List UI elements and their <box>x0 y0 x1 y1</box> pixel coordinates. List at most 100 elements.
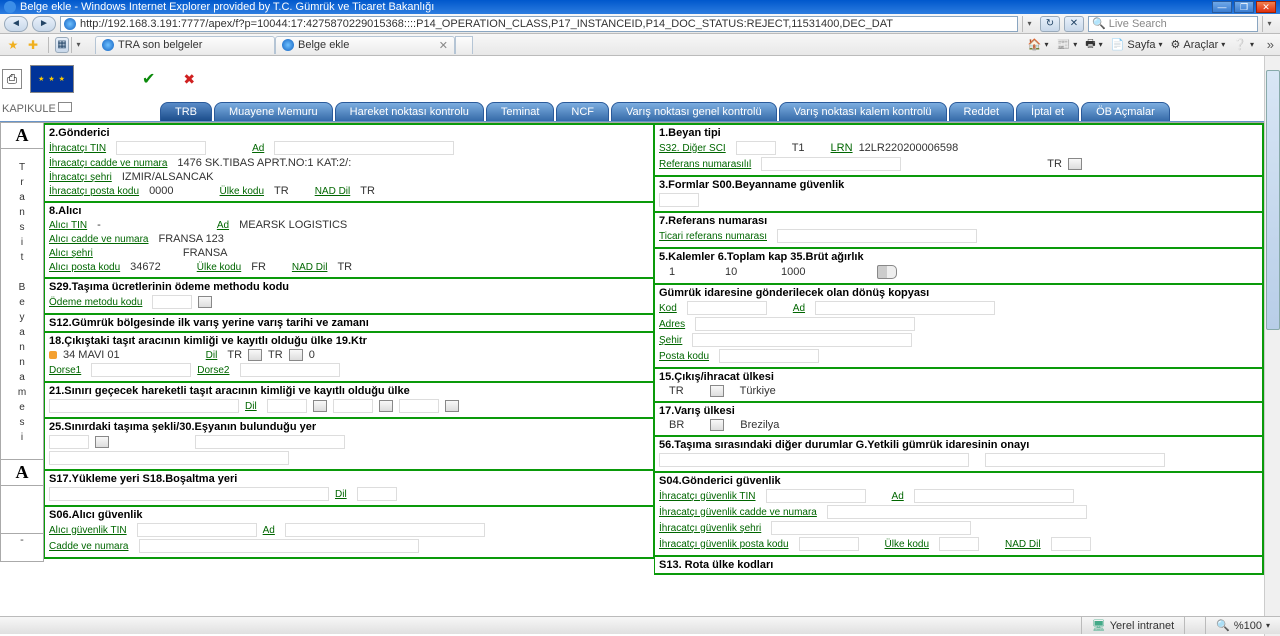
link-ref-no[interactable]: Referans numarasılıl <box>659 159 751 170</box>
input-ihracatci-tin[interactable] <box>116 141 206 155</box>
input-s06-cadde[interactable] <box>139 539 419 553</box>
lookup-btn-1[interactable] <box>248 349 262 361</box>
status-protected-mode[interactable] <box>1184 617 1205 634</box>
lookup-ref[interactable] <box>1068 158 1082 170</box>
link-lrn[interactable]: LRN <box>831 142 853 154</box>
lookup-17[interactable] <box>710 419 724 431</box>
new-tab-button[interactable] <box>455 36 473 54</box>
tab-iptal[interactable]: İptal et <box>1016 102 1079 121</box>
input-s04-posta[interactable] <box>799 537 859 551</box>
input-ihr-ad[interactable] <box>274 141 454 155</box>
lookup-25[interactable] <box>95 436 109 448</box>
link-s32[interactable]: S32. Diğer SCI <box>659 143 726 154</box>
accept-icon[interactable]: ✔ <box>142 69 155 89</box>
home-button[interactable]: 🏠 ▾ <box>1028 38 1049 51</box>
link-dorse1[interactable]: Dorse1 <box>49 365 81 376</box>
link-gk-ad[interactable]: Ad <box>793 303 805 314</box>
link-s04-posta[interactable]: İhracatçı güvenlik posta kodu <box>659 539 789 550</box>
link-s04-ulke[interactable]: Ülke kodu <box>885 539 929 550</box>
input-s04-ad[interactable] <box>914 489 1074 503</box>
input-25-b[interactable] <box>49 451 289 465</box>
tab-ob[interactable]: ÖB Açmalar <box>1081 102 1170 121</box>
link-gk-kod[interactable]: Kod <box>659 303 677 314</box>
link-ihr-cadde[interactable]: İhracatçı cadde ve numara <box>49 158 167 169</box>
link-alici-ulke[interactable]: Ülke kodu <box>197 262 241 273</box>
chevron-right-icon[interactable]: » <box>1262 37 1276 52</box>
close-button[interactable]: ✕ <box>1256 1 1276 13</box>
link-alici-posta[interactable]: Alıcı posta kodu <box>49 262 120 273</box>
tab-ncf[interactable]: NCF <box>556 102 609 121</box>
link-18-dil[interactable]: Dil <box>206 350 218 361</box>
input-ref-no[interactable] <box>761 157 901 171</box>
lookup-21-c[interactable] <box>445 400 459 412</box>
link-s06-cadde[interactable]: Cadde ve numara <box>49 541 129 552</box>
add-favorites-button[interactable]: ✚ <box>24 37 42 53</box>
refresh-button[interactable]: ↻ <box>1040 16 1060 32</box>
link-s06-ad[interactable]: Ad <box>263 525 275 536</box>
browser-tab-1[interactable]: TRA son belgeler <box>95 36 275 54</box>
link-ticari-ref[interactable]: Ticari referans numarası <box>659 231 767 242</box>
tab-varis-kalem[interactable]: Varış noktası kalem kontrolü <box>779 102 947 121</box>
input-s06-ad[interactable] <box>285 523 485 537</box>
input-s04-ulke[interactable] <box>939 537 979 551</box>
link-s04-tin[interactable]: İhracatçı güvenlik TIN <box>659 491 756 502</box>
input-dorse1[interactable] <box>91 363 191 377</box>
tab-muayene[interactable]: Muayene Memuru <box>214 102 333 121</box>
input-56[interactable] <box>659 453 969 467</box>
stop-button[interactable]: ✕ <box>1064 16 1084 32</box>
input-s06-tin[interactable] <box>137 523 257 537</box>
url-dropdown[interactable]: ▾ <box>1022 16 1036 32</box>
page-menu[interactable]: 📄 Sayfa ▾ <box>1111 38 1163 51</box>
nav-forward-button[interactable]: ► <box>32 16 56 32</box>
link-gk-adres[interactable]: Adres <box>659 319 685 330</box>
link-s06-tin[interactable]: Alıcı güvenlik TIN <box>49 525 127 536</box>
quick-tabs-button[interactable]: ▦ <box>55 37 69 53</box>
link-ihracatci-tin[interactable]: İhracatçı TIN <box>49 143 106 154</box>
link-alici-cadde[interactable]: Alıcı cadde ve numara <box>49 234 149 245</box>
input-s32[interactable] <box>736 141 776 155</box>
link-s17-dil[interactable]: Dil <box>335 489 347 500</box>
input-s04-tin[interactable] <box>766 489 866 503</box>
input-s04-cadde[interactable] <box>827 505 1087 519</box>
input-21-b[interactable] <box>333 399 373 413</box>
search-input[interactable]: 🔍 Live Search <box>1088 16 1258 32</box>
browser-tab-2[interactable]: Belge ekle ✕ <box>275 36 455 54</box>
lookup-odeme-button[interactable] <box>198 296 212 308</box>
status-zoom[interactable]: 🔍 %100 ▾ <box>1205 617 1280 634</box>
link-ihr-sehir[interactable]: İhracatçı şehri <box>49 172 112 183</box>
input-ticari-ref[interactable] <box>777 229 977 243</box>
input-s17-dil[interactable] <box>357 487 397 501</box>
link-gk-sehir[interactable]: Şehir <box>659 335 682 346</box>
link-ihr-nad[interactable]: NAD Dil <box>315 186 351 197</box>
input-gk-adres[interactable] <box>695 317 915 331</box>
link-s04-sehir[interactable]: İhracatçı güvenlik şehri <box>659 523 761 534</box>
lookup-21-a[interactable] <box>313 400 327 412</box>
minimize-button[interactable]: — <box>1212 1 1232 13</box>
link-ihr-ulke[interactable]: Ülke kodu <box>220 186 264 197</box>
input-gk-sehir[interactable] <box>692 333 912 347</box>
input-gk-ad[interactable] <box>815 301 995 315</box>
input-25-a[interactable] <box>49 435 89 449</box>
reject-icon[interactable]: ✖ <box>183 71 195 88</box>
tab-trb[interactable]: TRB <box>160 102 212 121</box>
scrollbar-thumb[interactable] <box>1266 70 1280 330</box>
tab-hareket[interactable]: Hareket noktası kontrolu <box>335 102 484 121</box>
lookup-15[interactable] <box>710 385 724 397</box>
nav-back-button[interactable]: ◄ <box>4 16 28 32</box>
input-3[interactable] <box>659 193 699 207</box>
input-30[interactable] <box>195 435 345 449</box>
tab-close-icon[interactable]: ✕ <box>439 39 448 52</box>
link-alici-tin[interactable]: Alıcı TIN <box>49 220 87 231</box>
lookup-21-b[interactable] <box>379 400 393 412</box>
link-alici-nad[interactable]: NAD Dil <box>292 262 328 273</box>
input-21-c[interactable] <box>399 399 439 413</box>
input-dorse2[interactable] <box>240 363 340 377</box>
input-gk-posta[interactable] <box>719 349 819 363</box>
lookup-btn-2[interactable] <box>289 349 303 361</box>
link-gk-posta[interactable]: Posta kodu <box>659 351 709 362</box>
maximize-button[interactable]: ❐ <box>1234 1 1254 13</box>
link-s04-nad[interactable]: NAD Dil <box>1005 539 1041 550</box>
quick-tabs-dropdown[interactable]: ▾ <box>71 37 85 53</box>
tools-menu[interactable]: ⚙ Araçlar ▾ <box>1171 38 1226 51</box>
input-21-id[interactable] <box>49 399 239 413</box>
